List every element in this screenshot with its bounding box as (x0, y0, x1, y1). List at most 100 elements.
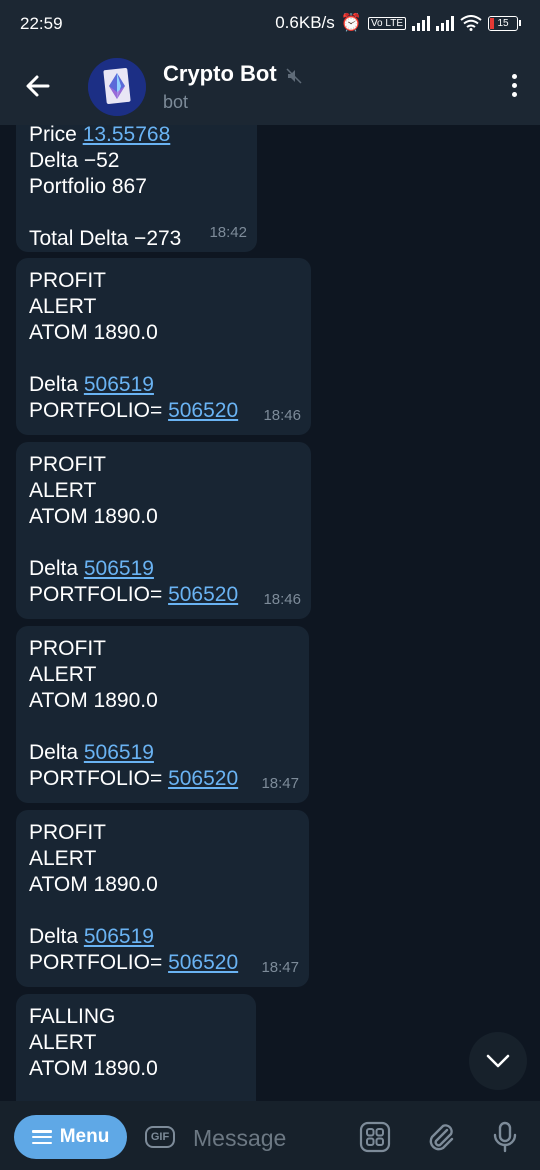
message-line: PORTFOLIO= 506520 (29, 766, 295, 792)
message-input[interactable]: Message (193, 1125, 286, 1152)
message-text: PROFIT (29, 453, 106, 476)
kebab-menu-icon[interactable] (512, 74, 518, 100)
status-icons: 0.6KB/s ⏰ Vo LTE 15 (275, 13, 521, 33)
message-link[interactable]: 506519 (84, 741, 154, 764)
message-text: PROFIT (29, 821, 106, 844)
message-line: Delta 506519 (29, 740, 295, 766)
message-line (29, 346, 297, 372)
message-text: PORTFOLIO= (29, 951, 169, 974)
message-line: Delta 506519 (29, 372, 297, 398)
message-line: ALERT (29, 294, 297, 320)
message-text: ALERT (29, 847, 97, 870)
message-bubble-1: PROFIT ALERT ATOM 1890.0 Delta 506519 PORTFO… (16, 258, 311, 435)
message-line: Delta 506519 (29, 556, 297, 582)
message-time: 18:46 (263, 407, 301, 424)
message-line: ATOM 1890.0 (29, 1056, 242, 1082)
arrow-left-icon[interactable] (24, 72, 52, 100)
message-line: ATOM 1890.0 (29, 320, 297, 346)
message-line: PROFIT (29, 636, 295, 662)
message-text: PORTFOLIO= (29, 399, 169, 422)
message-bubble-2: PROFIT ALERT ATOM 1890.0 Delta 506519 PORTFO… (16, 442, 311, 619)
chevron-down-icon (486, 1054, 510, 1068)
message-time: 18:46 (263, 591, 301, 608)
status-bar: 22:59 0.6KB/s ⏰ Vo LTE 15 (0, 0, 540, 48)
message-bubble-5: FALLING ALERT ATOM 1890.0 (16, 994, 256, 1101)
scroll-down-button[interactable] (469, 1032, 527, 1090)
paperclip-icon[interactable] (425, 1121, 457, 1153)
bot-avatar[interactable] (88, 58, 146, 116)
message-text: ATOM 1890.0 (29, 505, 158, 528)
wifi-icon (460, 15, 482, 31)
volte-icon: Vo LTE (367, 16, 406, 30)
message-link[interactable]: 506520 (168, 583, 238, 606)
battery-icon: 15 (488, 15, 521, 31)
message-line: ALERT (29, 846, 295, 872)
message-line: PROFIT (29, 268, 297, 294)
message-line: ATOM 1890.0 (29, 504, 297, 530)
menu-label: Menu (59, 1126, 110, 1147)
message-text: Delta (29, 741, 84, 764)
message-line: Price 13.55768 (29, 125, 243, 148)
signal-icon-2 (436, 15, 454, 31)
message-line: PORTFOLIO= 506520 (29, 398, 297, 424)
gif-icon[interactable]: GIF (145, 1126, 175, 1148)
message-text: ALERT (29, 1031, 97, 1054)
message-line: ALERT (29, 478, 297, 504)
message-line: Delta −52 (29, 148, 243, 174)
message-line: Delta 506519 (29, 924, 295, 950)
message-link[interactable]: 506520 (168, 399, 238, 422)
message-text: ATOM 1890.0 (29, 1057, 158, 1080)
signal-icon (412, 15, 430, 31)
chat-title: Crypto Bot (163, 61, 277, 86)
message-line: ALERT (29, 1030, 242, 1056)
message-link[interactable]: 506519 (84, 925, 154, 948)
bot-menu-button[interactable]: Menu (14, 1115, 127, 1159)
message-text: ALERT (29, 663, 97, 686)
message-text: ATOM 1890.0 (29, 689, 158, 712)
chat-header: Crypto Bot bot (0, 48, 540, 125)
message-list[interactable]: Price 13.55768 Delta −52 Portfolio 867 Tota… (0, 125, 540, 1101)
input-bar: Menu GIF Message (0, 1101, 540, 1170)
message-line (29, 898, 295, 924)
message-line: PORTFOLIO= 506520 (29, 582, 297, 608)
message-link[interactable]: 13.55768 (83, 125, 171, 146)
message-text: PORTFOLIO= (29, 583, 169, 606)
message-text: ALERT (29, 295, 97, 318)
message-link[interactable]: 506519 (84, 557, 154, 580)
message-line (29, 530, 297, 556)
alarm-icon: ⏰ (340, 13, 362, 32)
message-text: PROFIT (29, 637, 106, 660)
message-link[interactable]: 506520 (168, 767, 238, 790)
message-time: 18:47 (261, 775, 299, 792)
message-text: ATOM 1890.0 (29, 873, 158, 896)
message-time: 18:42 (209, 224, 247, 241)
message-text: ALERT (29, 479, 97, 502)
message-bubble-0: Price 13.55768 Delta −52 Portfolio 867 Tota… (16, 125, 257, 252)
message-line: PROFIT (29, 452, 297, 478)
menu-icon (31, 1130, 52, 1144)
message-text: FALLING (29, 1005, 116, 1028)
message-text: ATOM 1890.0 (29, 321, 158, 344)
message-line: FALLING (29, 1004, 242, 1030)
message-line: ATOM 1890.0 (29, 688, 295, 714)
message-bubble-4: PROFIT ALERT ATOM 1890.0 Delta 506519 PORTFO… (16, 810, 309, 987)
message-text: PROFIT (29, 269, 106, 292)
message-line: PROFIT (29, 820, 295, 846)
message-line: ALERT (29, 662, 295, 688)
message-text: PORTFOLIO= (29, 767, 169, 790)
status-time: 22:59 (20, 14, 63, 33)
microphone-icon[interactable] (489, 1121, 521, 1153)
message-text: Price (29, 125, 83, 146)
message-time: 18:47 (261, 959, 299, 976)
message-line: ATOM 1890.0 (29, 872, 295, 898)
message-link[interactable]: 506520 (168, 951, 238, 974)
message-text: Total Delta −273 (29, 227, 182, 250)
message-link[interactable]: 506519 (84, 373, 154, 396)
muted-speaker-icon (286, 68, 302, 84)
sticker-grid-icon[interactable] (359, 1121, 391, 1153)
message-line (29, 714, 295, 740)
message-line: PORTFOLIO= 506520 (29, 950, 295, 976)
message-text: Delta (29, 925, 84, 948)
message-text: Delta −52 (29, 149, 120, 172)
message-text: Delta (29, 557, 84, 580)
